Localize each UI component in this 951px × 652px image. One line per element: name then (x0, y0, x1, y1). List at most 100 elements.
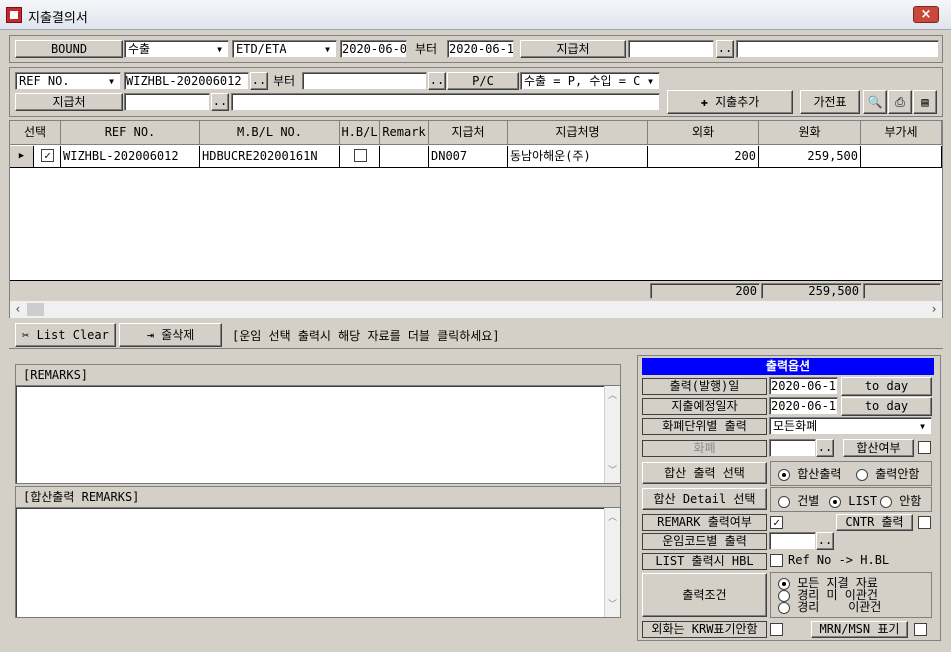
sum-remarks-scrollbar[interactable]: ︿ ﹀ (604, 508, 620, 617)
col-header-vat[interactable]: 부가세 (861, 121, 942, 145)
pc-label: P/C (447, 72, 519, 90)
print-all-button[interactable]: ▤ (913, 90, 937, 114)
cell-foreign[interactable]: 200 (648, 146, 759, 168)
ref-no-hbl-label: Ref No -> H.BL (788, 553, 890, 567)
date-type-value: ETD/ETA (236, 42, 287, 56)
list-clear-label: List Clear (36, 328, 109, 342)
issue-today-button[interactable]: to day (841, 377, 932, 396)
ref-type-select[interactable]: REF NO. ▼ (15, 72, 121, 90)
add-expense-label: 지출추가 (715, 95, 760, 109)
pay-date-input[interactable]: 2020-06-12 (769, 397, 838, 415)
date-to-input[interactable]: 2020-06-12 (447, 40, 514, 58)
krw-hide-label: 외화는 KRW표기안함 (642, 621, 767, 638)
payee-label-1: 지급처 (520, 40, 626, 58)
sum-remarks-textarea[interactable] (15, 507, 621, 618)
payee-code-input-2[interactable] (124, 93, 210, 111)
mrn-msn-checkbox[interactable] (914, 623, 927, 636)
cell-payee[interactable]: DN007 (429, 146, 508, 168)
col-header-payee-name[interactable]: 지급처명 (508, 121, 648, 145)
remark-print-checkbox[interactable]: ✓ (770, 516, 783, 529)
col-header-payee[interactable]: 지급처 (429, 121, 508, 145)
horizontal-scrollbar[interactable] (10, 301, 942, 318)
window-title: 지출결의서 (28, 11, 88, 26)
payee-label-2: 지급처 (15, 93, 123, 111)
ref-from-input[interactable]: WIZHBL-202006012 (124, 72, 249, 90)
delete-row-button[interactable]: ⇥ 줄삭제 (119, 323, 222, 347)
from-label: 부터 (415, 42, 438, 56)
ref-to-input[interactable] (302, 72, 427, 90)
col-header-remark[interactable]: Remark (380, 121, 429, 145)
col-header-mbl-no[interactable]: M.B/L NO. (200, 121, 340, 145)
per-item-radio[interactable]: 건별 (778, 493, 819, 509)
freight-code-input[interactable] (769, 532, 816, 550)
cell-ref-no[interactable]: WIZHBL-202006012 (61, 146, 200, 168)
scroll-left-icon[interactable]: ‹ (12, 303, 24, 315)
freight-code-search-button[interactable]: .. (816, 532, 834, 550)
close-button[interactable]: × (913, 6, 939, 23)
row-select-checkbox[interactable]: ✓ (41, 149, 54, 162)
currency-unit-select[interactable]: 모든화폐 ▼ (769, 417, 932, 435)
col-header-foreign[interactable]: 외화 (648, 121, 759, 145)
payee-name-input-1[interactable] (736, 40, 939, 58)
pc-select[interactable]: 수출 = P, 수입 = C ▼ (520, 72, 660, 90)
no-print-radio[interactable]: 출력안함 (856, 466, 919, 482)
scroll-thumb[interactable] (27, 303, 44, 316)
col-header-won[interactable]: 원화 (759, 121, 861, 145)
pay-today-button[interactable]: to day (841, 397, 932, 416)
cond-approved-radio[interactable]: 경리 이관건 (778, 601, 881, 614)
sum-print-radio[interactable]: 합산출력 (778, 466, 841, 482)
scroll-down-icon[interactable]: ﹀ (605, 463, 620, 476)
bound-select[interactable]: 수출 ▼ (124, 40, 229, 58)
list-radio[interactable]: LIST (829, 493, 877, 509)
ref-no-hbl-checkbox[interactable] (770, 554, 783, 567)
col-header-ref-no[interactable]: REF NO. (61, 121, 200, 145)
add-expense-button[interactable]: ✚ 지출추가 (667, 90, 793, 114)
remarks-textarea[interactable] (15, 385, 621, 484)
cell-payee-name[interactable]: 동남아해운(주) (508, 146, 648, 168)
hbl-checkbox[interactable] (354, 149, 367, 162)
chevron-down-icon: ▼ (325, 45, 330, 54)
currency-search-button[interactable]: .. (816, 439, 834, 457)
list-clear-button[interactable]: ✂ List Clear (15, 323, 116, 347)
chevron-down-icon: ▼ (109, 77, 114, 86)
table-row-select-cell[interactable]: ✓ (34, 146, 61, 168)
payee-search-button-2[interactable]: .. (211, 93, 229, 111)
cell-remark[interactable] (380, 146, 429, 168)
issue-date-input[interactable]: 2020-06-12 (769, 377, 838, 395)
payee-search-button-1[interactable]: .. (716, 40, 734, 58)
cell-hbl[interactable] (340, 146, 380, 168)
col-header-select[interactable]: 선택 (10, 121, 61, 145)
scroll-up-icon[interactable]: ︿ (605, 388, 620, 401)
date-type-select[interactable]: ETD/ETA ▼ (232, 40, 337, 58)
remarks-scrollbar[interactable]: ︿ ﹀ (604, 386, 620, 483)
none-radio[interactable]: 안함 (880, 493, 921, 509)
preview-button[interactable]: 🔍 (863, 90, 887, 114)
temp-slip-button[interactable]: 가전표 (800, 90, 860, 114)
sum-flag-checkbox[interactable] (918, 441, 931, 454)
cond-approved-option: 경리 이관건 (797, 600, 882, 614)
sum-print-option: 합산출력 (797, 467, 842, 481)
scroll-down-icon[interactable]: ﹀ (605, 597, 620, 610)
scroll-up-icon[interactable]: ︿ (605, 510, 620, 523)
list-option: LIST (848, 494, 878, 508)
currency-unit-label: 화폐단위별 출력 (642, 418, 767, 435)
payee-name-input-2[interactable] (231, 93, 660, 111)
remarks-header (15, 364, 621, 385)
cell-won[interactable]: 259,500 (759, 146, 861, 168)
cell-mbl-no[interactable]: HDBUCRE20200161N (200, 146, 340, 168)
cell-vat[interactable] (861, 146, 942, 168)
payee-code-input-1[interactable] (628, 40, 714, 58)
print-condition-label: 출력조건 (642, 573, 767, 617)
scroll-right-icon[interactable]: › (928, 303, 940, 315)
col-header-hbl[interactable]: H.B/L (340, 121, 380, 145)
currency-input[interactable] (769, 439, 816, 457)
print-button[interactable]: ⎙ (888, 90, 912, 114)
ref-to-search-button[interactable]: .. (428, 72, 446, 90)
ref-from-search-button[interactable]: .. (250, 72, 268, 90)
krw-hide-checkbox[interactable] (770, 623, 783, 636)
chevron-down-icon: ▼ (920, 422, 925, 431)
ref-from-label: 부터 (273, 74, 296, 88)
cntr-print-checkbox[interactable] (918, 516, 931, 529)
date-from-input[interactable]: 2020-06-01 (340, 40, 407, 58)
issue-date-label: 출력(발행)일 (642, 378, 767, 395)
